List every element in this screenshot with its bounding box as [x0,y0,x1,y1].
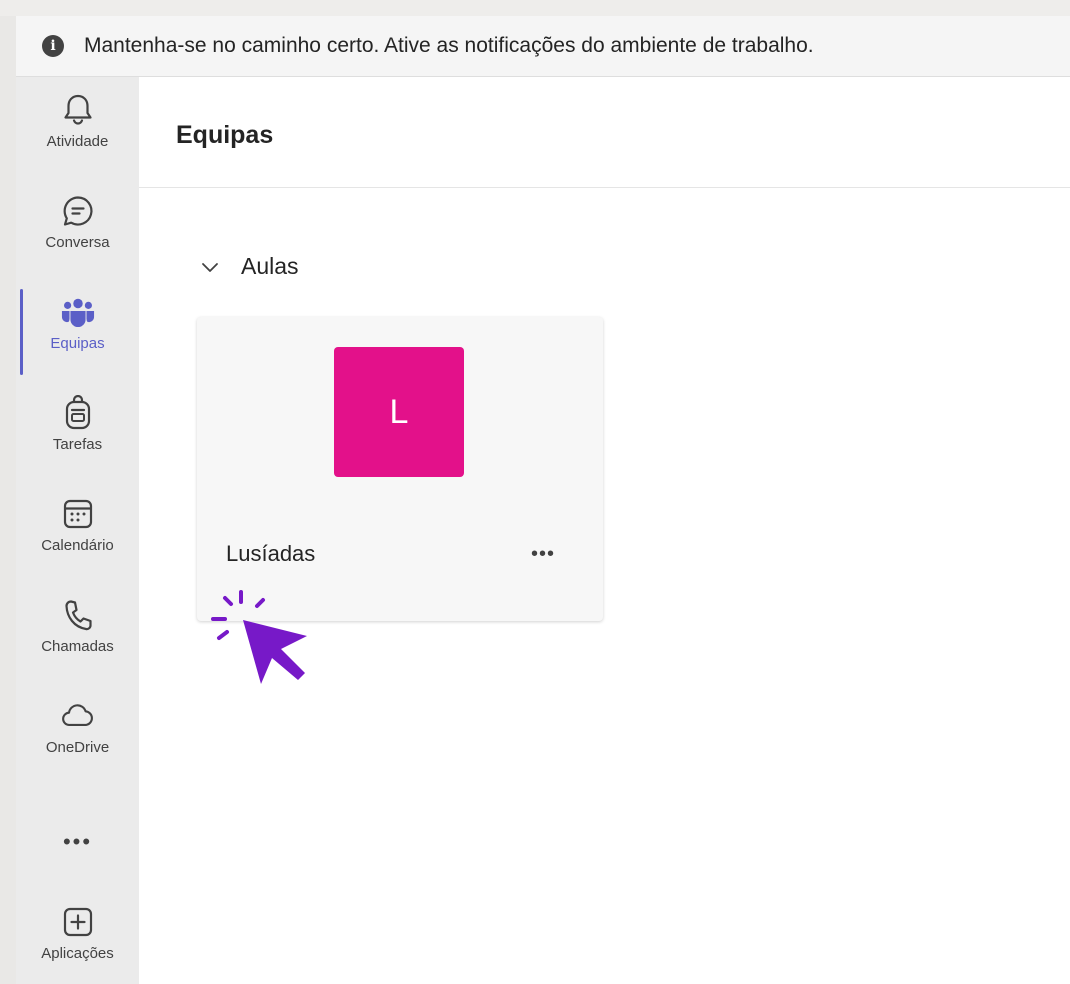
rail-item-calendario[interactable]: Calendário [16,481,139,571]
rail-item-label: Calendário [41,537,114,554]
rail-item-label: Atividade [46,133,109,150]
rail-item-label: Chamadas [41,638,114,655]
chevron-down-icon [202,262,218,272]
team-group-name: Aulas [241,253,299,279]
team-avatar-initial: L [389,392,409,431]
team-card[interactable]: L Lusíadas ••• [197,317,603,621]
phone-icon [61,598,95,632]
banner-message: Mantenha-se no caminho certo. Ative as n… [84,34,814,57]
bell-icon [61,93,95,127]
rail-item-atividade[interactable]: Atividade [16,77,139,167]
rail-item-chamadas[interactable]: Chamadas [16,582,139,672]
main-pane: Equipas Aulas L Lusíadas ••• [139,77,1070,984]
team-more-options-button[interactable]: ••• [531,543,555,566]
info-icon: i [42,35,64,57]
backpack-icon [61,395,95,430]
rail-item-onedrive[interactable]: OneDrive [16,683,139,773]
cloud-icon [61,699,95,733]
rail-item-aplicacoes[interactable]: Aplicações [16,889,139,979]
rail-item-label: OneDrive [45,739,110,756]
notification-banner: i Mantenha-se no caminho certo. Ative as… [16,16,1070,77]
add-app-icon [61,905,95,939]
teams-icon [61,295,95,329]
rail-item-equipas[interactable]: Equipas [16,279,139,375]
click-cursor-icon [211,590,307,684]
app-rail: Atividade Conversa Equipas Tarefas Calen… [16,77,139,984]
page-title: Equipas [176,121,274,149]
rail-item-label: Conversa [45,234,110,251]
page-header: Equipas [139,77,1070,188]
team-group-header[interactable]: Aulas [201,253,299,280]
rail-item-label: Aplicações [41,945,114,962]
rail-item-tarefas[interactable]: Tarefas [16,380,139,470]
window-top-strip [0,0,1070,16]
rail-item-label: Equipas [50,335,105,352]
more-apps-button[interactable]: ••• [16,829,139,855]
rail-item-conversa[interactable]: Conversa [16,178,139,268]
team-avatar: L [334,347,464,477]
calendar-icon [61,497,95,531]
rail-item-label: Tarefas [52,436,103,453]
chat-icon [61,194,95,228]
team-name: Lusíadas [226,541,316,566]
